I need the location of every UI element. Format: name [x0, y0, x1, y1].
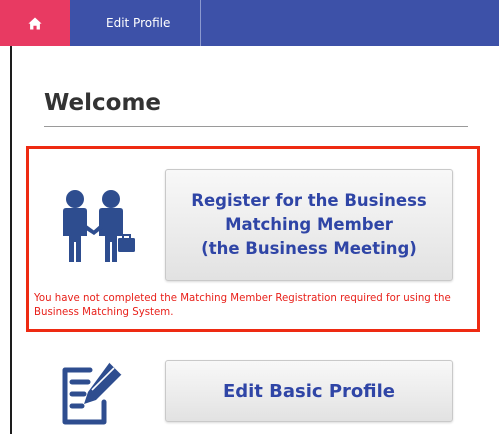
- registration-warning-text: You have not completed the Matching Memb…: [34, 293, 451, 318]
- tab-edit-profile[interactable]: Edit Profile: [70, 0, 202, 46]
- register-button-line-3: (the Business Meeting): [201, 239, 417, 258]
- content-left-border: [10, 46, 12, 434]
- title-divider: [44, 126, 468, 127]
- edit-basic-profile-button[interactable]: Edit Basic Profile: [165, 360, 453, 422]
- home-icon: [28, 17, 42, 29]
- business-people-icon: [63, 190, 135, 262]
- page-title: Welcome: [44, 90, 162, 116]
- edit-document-icon: [62, 361, 123, 425]
- register-button-line-2: Matching Member: [225, 215, 393, 234]
- register-button-line-1: Register for the Business: [191, 191, 427, 210]
- home-button[interactable]: [0, 0, 70, 46]
- top-navbar: Edit Profile: [0, 0, 499, 46]
- register-matching-member-button[interactable]: Register for the Business Matching Membe…: [165, 169, 453, 281]
